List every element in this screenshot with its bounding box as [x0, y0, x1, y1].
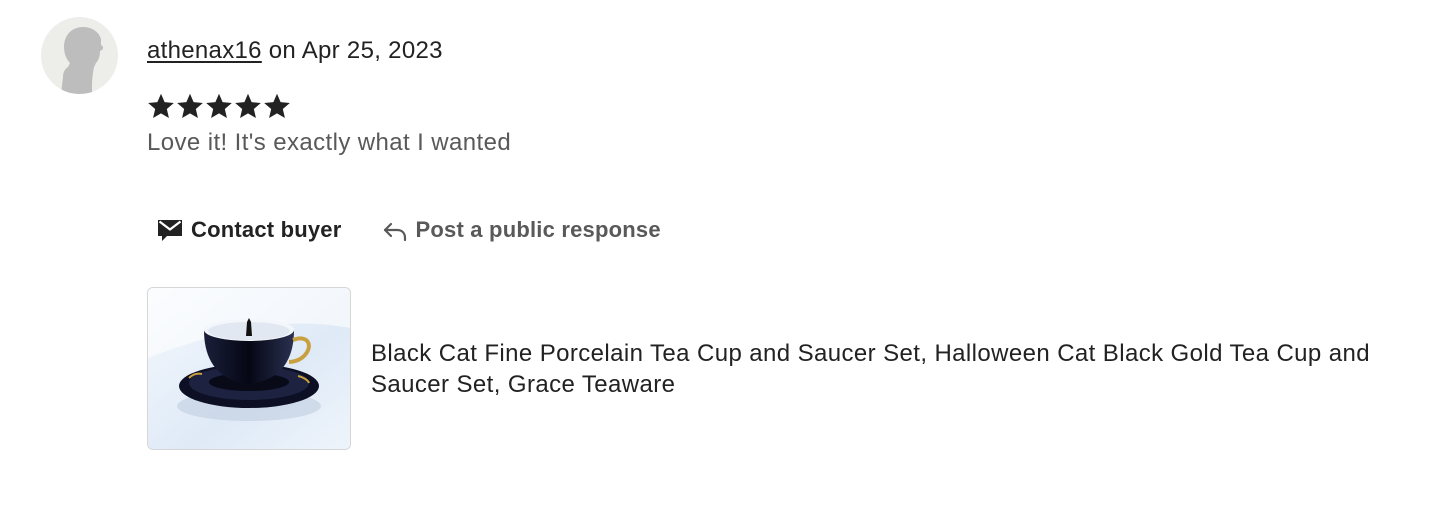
reviewed-product: Black Cat Fine Porcelain Tea Cup and Sau… [147, 287, 1431, 450]
review-byline: athenax16 on Apr 25, 2023 [147, 36, 443, 66]
reply-arrow-icon [382, 218, 408, 242]
review-text: Love it! It's exactly what I wanted [147, 129, 512, 156]
envelope-icon [157, 218, 183, 242]
star-icon [176, 92, 204, 120]
star-icon [147, 92, 175, 120]
product-thumbnail[interactable] [147, 287, 351, 450]
avatar[interactable] [41, 17, 118, 94]
star-icon [234, 92, 262, 120]
star-icon [205, 92, 233, 120]
star-icon [263, 92, 291, 120]
review-card: athenax16 on Apr 25, 2023 Love it! It's … [0, 0, 1445, 521]
star-rating [147, 92, 291, 120]
product-title-link[interactable]: Black Cat Fine Porcelain Tea Cup and Sau… [371, 338, 1431, 400]
contact-buyer-button[interactable]: Contact buyer [157, 217, 342, 243]
person-silhouette-icon [61, 27, 104, 94]
reviewer-username-link[interactable]: athenax16 [147, 37, 262, 64]
post-public-response-button[interactable]: Post a public response [382, 217, 661, 243]
post-public-response-label: Post a public response [415, 217, 661, 242]
contact-buyer-label: Contact buyer [191, 217, 342, 242]
review-actions: Contact buyer Post a public response [157, 212, 661, 248]
review-date: on Apr 25, 2023 [268, 37, 443, 64]
